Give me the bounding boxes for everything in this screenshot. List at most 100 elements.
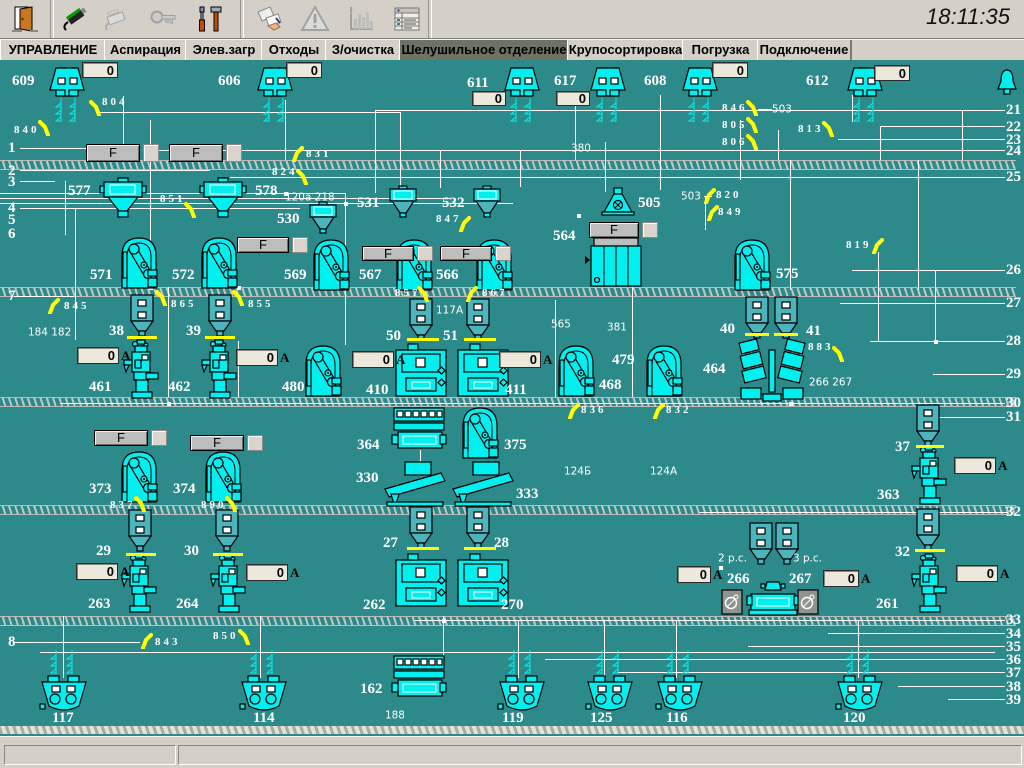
value-box[interactable]: 0 — [874, 65, 910, 81]
machine-564[interactable] — [590, 238, 642, 288]
report-table-icon[interactable] — [390, 2, 424, 35]
value-box[interactable]: 0 — [472, 91, 506, 106]
value-box[interactable]: 0 — [82, 62, 118, 78]
connect-plug-icon[interactable] — [58, 2, 92, 35]
exit-door-icon[interactable] — [8, 2, 42, 35]
f-button[interactable]: F — [169, 144, 223, 162]
machine-567[interactable] — [394, 236, 434, 292]
switch-lever[interactable] — [832, 346, 844, 362]
f-indicator[interactable] — [292, 237, 308, 253]
f-button[interactable]: F — [589, 222, 639, 238]
machine-363[interactable] — [911, 446, 951, 506]
machine-forks-120[interactable] — [842, 650, 878, 676]
machine-bin-27[interactable] — [408, 506, 434, 548]
tab-4[interactable]: З/очистка — [325, 40, 402, 61]
machine-bin-41[interactable] — [773, 296, 799, 338]
machine-bin-32[interactable] — [915, 508, 941, 550]
value-box[interactable]: 0 — [246, 564, 288, 581]
machine-forks-125[interactable] — [592, 650, 628, 676]
value-box[interactable]: 0 — [677, 566, 711, 583]
switch-lever[interactable] — [232, 290, 244, 306]
machine-separator-40-41[interactable] — [739, 336, 805, 402]
machine-330[interactable] — [383, 462, 449, 506]
machine-forks-117[interactable] — [46, 650, 82, 676]
f-indicator[interactable] — [143, 144, 159, 162]
machine-motor-266[interactable] — [722, 590, 742, 614]
machine-262[interactable] — [394, 554, 448, 610]
machine-531[interactable] — [388, 186, 418, 218]
tab-7[interactable]: Погрузка — [682, 40, 760, 61]
machine-572[interactable] — [199, 234, 239, 290]
machine-479[interactable] — [556, 342, 596, 398]
machine-bin-2rs[interactable] — [748, 522, 774, 564]
machine-forks-114[interactable] — [246, 650, 282, 676]
machine-263[interactable] — [121, 554, 161, 614]
machine-bin-39[interactable] — [207, 294, 233, 336]
machine-bin-37[interactable] — [915, 404, 941, 446]
machine-261[interactable] — [911, 554, 951, 614]
switch-lever[interactable] — [872, 238, 884, 254]
f-button[interactable]: F — [237, 237, 289, 253]
journal-sign-icon[interactable] — [252, 2, 286, 35]
switch-lever[interactable] — [141, 633, 153, 649]
tools-icon[interactable] — [192, 2, 226, 35]
switch-lever[interactable] — [704, 188, 716, 204]
f-indicator[interactable] — [151, 430, 167, 446]
f-indicator[interactable] — [417, 246, 433, 261]
f-button[interactable]: F — [94, 430, 148, 446]
machine-motor-267[interactable] — [798, 590, 818, 614]
machine-462[interactable] — [201, 340, 241, 400]
switch-lever[interactable] — [746, 134, 758, 150]
value-box[interactable]: 0 — [76, 563, 118, 580]
value-box[interactable]: 0 — [352, 351, 394, 368]
value-box[interactable]: 0 — [954, 457, 996, 474]
f-button[interactable]: F — [86, 144, 140, 162]
machine-578[interactable] — [200, 178, 246, 218]
alarm-warning-icon[interactable] — [298, 2, 332, 35]
switch-lever[interactable] — [746, 100, 758, 116]
disconnect-plug-icon[interactable] — [100, 2, 134, 35]
machine-468[interactable] — [644, 342, 684, 398]
switch-lever[interactable] — [296, 169, 308, 185]
f-indicator[interactable] — [247, 435, 263, 451]
machine-566[interactable] — [474, 236, 514, 292]
value-box[interactable]: 0 — [823, 570, 859, 587]
value-box[interactable]: 0 — [77, 347, 119, 364]
switch-lever[interactable] — [746, 117, 758, 133]
value-box[interactable]: 0 — [556, 91, 590, 106]
switch-lever[interactable] — [184, 202, 196, 218]
machine-569[interactable] — [311, 236, 351, 292]
machine-480[interactable] — [303, 342, 343, 398]
machine-bin-28[interactable] — [465, 506, 491, 548]
machine-577[interactable] — [100, 178, 146, 218]
f-indicator[interactable] — [226, 144, 242, 162]
machine-575[interactable] — [732, 236, 772, 292]
machine-505[interactable] — [597, 188, 639, 216]
machine-374[interactable] — [203, 448, 243, 504]
value-box[interactable]: 0 — [236, 349, 278, 366]
key-icon[interactable] — [146, 2, 180, 35]
machine-bin-50[interactable] — [408, 298, 434, 340]
machine-264[interactable] — [210, 554, 250, 614]
machine-532[interactable] — [472, 186, 502, 218]
tab-1[interactable]: Аспирация — [104, 40, 188, 61]
value-box[interactable]: 0 — [712, 62, 748, 78]
value-box[interactable]: 0 — [499, 351, 541, 368]
switch-lever[interactable] — [466, 286, 478, 302]
value-box[interactable]: 0 — [956, 565, 998, 582]
switch-lever[interactable] — [292, 146, 304, 162]
machine-364[interactable] — [392, 406, 446, 452]
machine-bin-38[interactable] — [129, 294, 155, 336]
tab-5[interactable]: Шелушильное отделение — [399, 40, 570, 62]
switch-lever[interactable] — [89, 100, 101, 116]
trends-chart-icon[interactable] — [344, 2, 378, 35]
machine-alarm-bell[interactable] — [995, 68, 1019, 96]
value-box[interactable]: 0 — [286, 62, 322, 78]
machine-bin-29[interactable] — [127, 509, 153, 551]
f-button[interactable]: F — [362, 246, 414, 261]
machine-forks-119[interactable] — [504, 650, 540, 676]
machine-bin-51[interactable] — [465, 298, 491, 340]
switch-lever[interactable] — [568, 403, 580, 419]
switch-lever[interactable] — [653, 403, 665, 419]
tab-6[interactable]: Крупосортировка — [567, 40, 685, 61]
